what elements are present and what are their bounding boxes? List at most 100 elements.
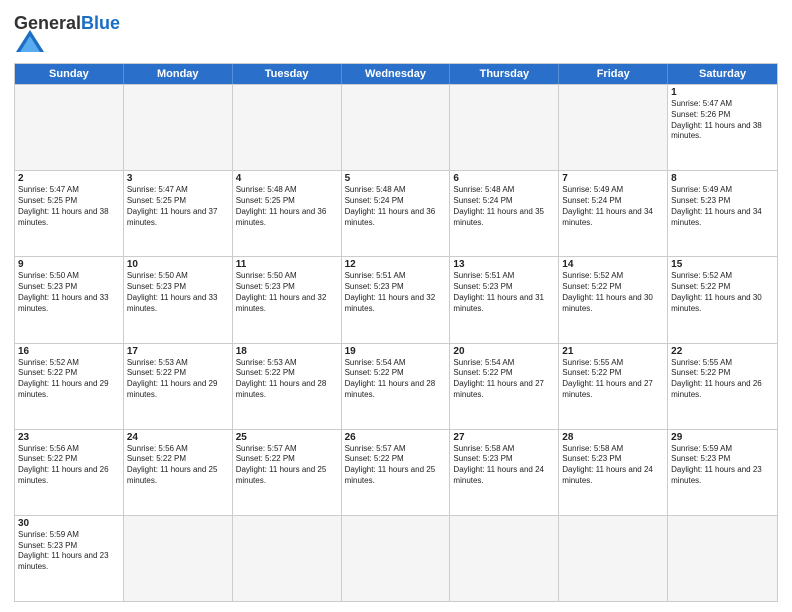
- header: GeneralBlue: [14, 10, 778, 57]
- calendar-cell: 20Sunrise: 5:54 AMSunset: 5:22 PMDayligh…: [450, 344, 559, 429]
- day-number: 2: [18, 173, 120, 184]
- cell-info: Sunrise: 5:52 AMSunset: 5:22 PMDaylight:…: [562, 271, 664, 314]
- day-number: 18: [236, 346, 338, 357]
- day-number: 15: [671, 259, 774, 270]
- day-number: 4: [236, 173, 338, 184]
- calendar-cell: 3Sunrise: 5:47 AMSunset: 5:25 PMDaylight…: [124, 171, 233, 256]
- day-number: 12: [345, 259, 447, 270]
- calendar-header-day: Thursday: [450, 64, 559, 84]
- day-number: 25: [236, 432, 338, 443]
- day-number: 27: [453, 432, 555, 443]
- cell-info: Sunrise: 5:56 AMSunset: 5:22 PMDaylight:…: [127, 444, 229, 487]
- calendar-cell: 24Sunrise: 5:56 AMSunset: 5:22 PMDayligh…: [124, 430, 233, 515]
- cell-info: Sunrise: 5:49 AMSunset: 5:23 PMDaylight:…: [671, 185, 774, 228]
- calendar-cell: 28Sunrise: 5:58 AMSunset: 5:23 PMDayligh…: [559, 430, 668, 515]
- cell-info: Sunrise: 5:52 AMSunset: 5:22 PMDaylight:…: [18, 358, 120, 401]
- calendar-header-day: Saturday: [668, 64, 777, 84]
- cell-info: Sunrise: 5:52 AMSunset: 5:22 PMDaylight:…: [671, 271, 774, 314]
- calendar: SundayMondayTuesdayWednesdayThursdayFrid…: [14, 63, 778, 602]
- cell-info: Sunrise: 5:56 AMSunset: 5:22 PMDaylight:…: [18, 444, 120, 487]
- calendar-cell: 1Sunrise: 5:47 AMSunset: 5:26 PMDaylight…: [668, 85, 777, 170]
- calendar-cell: [124, 85, 233, 170]
- calendar-cell: [450, 85, 559, 170]
- cell-info: Sunrise: 5:55 AMSunset: 5:22 PMDaylight:…: [562, 358, 664, 401]
- day-number: 7: [562, 173, 664, 184]
- cell-info: Sunrise: 5:48 AMSunset: 5:24 PMDaylight:…: [453, 185, 555, 228]
- calendar-cell: 6Sunrise: 5:48 AMSunset: 5:24 PMDaylight…: [450, 171, 559, 256]
- calendar-cell: 16Sunrise: 5:52 AMSunset: 5:22 PMDayligh…: [15, 344, 124, 429]
- cell-info: Sunrise: 5:54 AMSunset: 5:22 PMDaylight:…: [345, 358, 447, 401]
- calendar-cell: 30Sunrise: 5:59 AMSunset: 5:23 PMDayligh…: [15, 516, 124, 601]
- calendar-cell: [233, 85, 342, 170]
- calendar-header-day: Wednesday: [342, 64, 451, 84]
- calendar-cell: 2Sunrise: 5:47 AMSunset: 5:25 PMDaylight…: [15, 171, 124, 256]
- calendar-cell: [233, 516, 342, 601]
- calendar-cell: 9Sunrise: 5:50 AMSunset: 5:23 PMDaylight…: [15, 257, 124, 342]
- cell-info: Sunrise: 5:47 AMSunset: 5:26 PMDaylight:…: [671, 99, 774, 142]
- calendar-header-day: Tuesday: [233, 64, 342, 84]
- cell-info: Sunrise: 5:58 AMSunset: 5:23 PMDaylight:…: [453, 444, 555, 487]
- calendar-header-day: Sunday: [15, 64, 124, 84]
- day-number: 10: [127, 259, 229, 270]
- page: GeneralBlue SundayMondayTuesdayWednesday…: [0, 0, 792, 612]
- day-number: 6: [453, 173, 555, 184]
- calendar-cell: 13Sunrise: 5:51 AMSunset: 5:23 PMDayligh…: [450, 257, 559, 342]
- calendar-cell: [124, 516, 233, 601]
- calendar-cell: 14Sunrise: 5:52 AMSunset: 5:22 PMDayligh…: [559, 257, 668, 342]
- calendar-cell: 18Sunrise: 5:53 AMSunset: 5:22 PMDayligh…: [233, 344, 342, 429]
- day-number: 11: [236, 259, 338, 270]
- calendar-cell: 26Sunrise: 5:57 AMSunset: 5:22 PMDayligh…: [342, 430, 451, 515]
- day-number: 14: [562, 259, 664, 270]
- cell-info: Sunrise: 5:51 AMSunset: 5:23 PMDaylight:…: [345, 271, 447, 314]
- calendar-cell: 23Sunrise: 5:56 AMSunset: 5:22 PMDayligh…: [15, 430, 124, 515]
- calendar-cell: 29Sunrise: 5:59 AMSunset: 5:23 PMDayligh…: [668, 430, 777, 515]
- day-number: 16: [18, 346, 120, 357]
- cell-info: Sunrise: 5:59 AMSunset: 5:23 PMDaylight:…: [671, 444, 774, 487]
- calendar-week-row: 9Sunrise: 5:50 AMSunset: 5:23 PMDaylight…: [15, 256, 777, 342]
- calendar-cell: [450, 516, 559, 601]
- day-number: 9: [18, 259, 120, 270]
- cell-info: Sunrise: 5:53 AMSunset: 5:22 PMDaylight:…: [236, 358, 338, 401]
- cell-info: Sunrise: 5:50 AMSunset: 5:23 PMDaylight:…: [236, 271, 338, 314]
- cell-info: Sunrise: 5:47 AMSunset: 5:25 PMDaylight:…: [18, 185, 120, 228]
- day-number: 23: [18, 432, 120, 443]
- cell-info: Sunrise: 5:48 AMSunset: 5:24 PMDaylight:…: [345, 185, 447, 228]
- calendar-week-row: 16Sunrise: 5:52 AMSunset: 5:22 PMDayligh…: [15, 343, 777, 429]
- calendar-cell: 25Sunrise: 5:57 AMSunset: 5:22 PMDayligh…: [233, 430, 342, 515]
- calendar-cell: 5Sunrise: 5:48 AMSunset: 5:24 PMDaylight…: [342, 171, 451, 256]
- cell-info: Sunrise: 5:47 AMSunset: 5:25 PMDaylight:…: [127, 185, 229, 228]
- cell-info: Sunrise: 5:57 AMSunset: 5:22 PMDaylight:…: [236, 444, 338, 487]
- day-number: 24: [127, 432, 229, 443]
- calendar-cell: 7Sunrise: 5:49 AMSunset: 5:24 PMDaylight…: [559, 171, 668, 256]
- day-number: 8: [671, 173, 774, 184]
- day-number: 1: [671, 87, 774, 98]
- calendar-cell: [342, 516, 451, 601]
- cell-info: Sunrise: 5:51 AMSunset: 5:23 PMDaylight:…: [453, 271, 555, 314]
- calendar-week-row: 1Sunrise: 5:47 AMSunset: 5:26 PMDaylight…: [15, 84, 777, 170]
- cell-info: Sunrise: 5:58 AMSunset: 5:23 PMDaylight:…: [562, 444, 664, 487]
- day-number: 5: [345, 173, 447, 184]
- calendar-week-row: 23Sunrise: 5:56 AMSunset: 5:22 PMDayligh…: [15, 429, 777, 515]
- day-number: 29: [671, 432, 774, 443]
- calendar-header: SundayMondayTuesdayWednesdayThursdayFrid…: [15, 64, 777, 84]
- cell-info: Sunrise: 5:55 AMSunset: 5:22 PMDaylight:…: [671, 358, 774, 401]
- calendar-header-day: Monday: [124, 64, 233, 84]
- day-number: 21: [562, 346, 664, 357]
- logo-blue: Blue: [81, 13, 120, 33]
- calendar-cell: 8Sunrise: 5:49 AMSunset: 5:23 PMDaylight…: [668, 171, 777, 256]
- calendar-cell: 4Sunrise: 5:48 AMSunset: 5:25 PMDaylight…: [233, 171, 342, 256]
- calendar-cell: 15Sunrise: 5:52 AMSunset: 5:22 PMDayligh…: [668, 257, 777, 342]
- logo-icon: [16, 30, 44, 52]
- day-number: 20: [453, 346, 555, 357]
- day-number: 3: [127, 173, 229, 184]
- day-number: 17: [127, 346, 229, 357]
- calendar-week-row: 2Sunrise: 5:47 AMSunset: 5:25 PMDaylight…: [15, 170, 777, 256]
- cell-info: Sunrise: 5:50 AMSunset: 5:23 PMDaylight:…: [18, 271, 120, 314]
- calendar-cell: 10Sunrise: 5:50 AMSunset: 5:23 PMDayligh…: [124, 257, 233, 342]
- cell-info: Sunrise: 5:53 AMSunset: 5:22 PMDaylight:…: [127, 358, 229, 401]
- cell-info: Sunrise: 5:59 AMSunset: 5:23 PMDaylight:…: [18, 530, 120, 573]
- day-number: 30: [18, 518, 120, 529]
- day-number: 13: [453, 259, 555, 270]
- calendar-cell: 17Sunrise: 5:53 AMSunset: 5:22 PMDayligh…: [124, 344, 233, 429]
- calendar-cell: 22Sunrise: 5:55 AMSunset: 5:22 PMDayligh…: [668, 344, 777, 429]
